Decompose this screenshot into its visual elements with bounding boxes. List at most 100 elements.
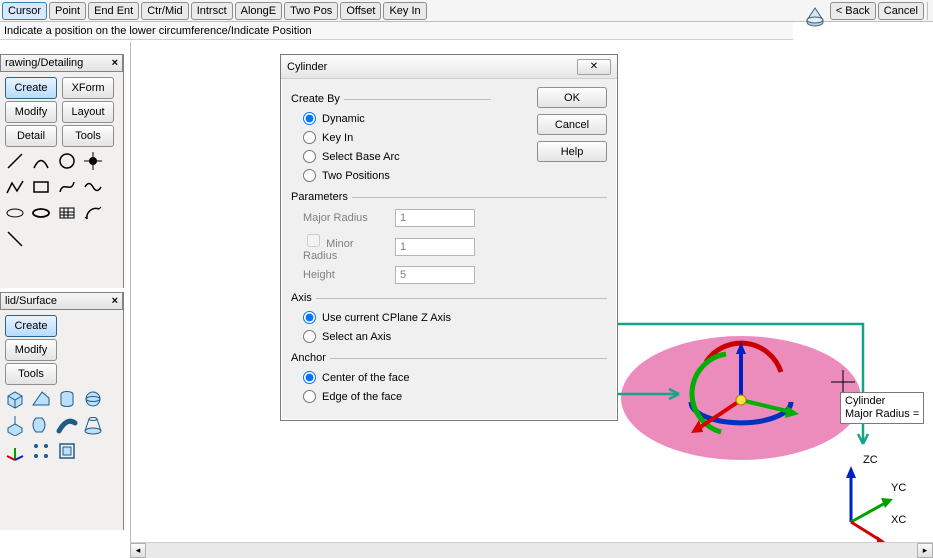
horizontal-scrollbar[interactable]: ◂ ▸ xyxy=(130,542,933,558)
opt-twopos-label: Two Positions xyxy=(322,170,390,182)
tooltip: Cylinder Major Radius = xyxy=(840,392,924,424)
tools-button[interactable]: Tools xyxy=(62,125,114,147)
cylinder-icon[interactable] xyxy=(56,388,78,410)
arc-icon[interactable] xyxy=(30,150,52,172)
create-by-legend: Create By xyxy=(291,93,344,105)
opt-dynamic-label: Dynamic xyxy=(322,113,365,125)
xform-button[interactable]: XForm xyxy=(62,77,114,99)
anchor-legend: Anchor xyxy=(291,352,330,364)
opt-select-axis-label: Select an Axis xyxy=(322,331,391,343)
scroll-right-button[interactable]: ▸ xyxy=(917,543,933,558)
solid-panel-header[interactable]: lid/Surface × xyxy=(0,292,123,310)
status-line: Indicate a position on the lower circumf… xyxy=(0,22,793,40)
wave-icon[interactable] xyxy=(82,176,104,198)
wedge-icon[interactable] xyxy=(30,388,52,410)
line-icon[interactable] xyxy=(4,150,26,172)
sphere-icon[interactable] xyxy=(82,388,104,410)
status-text: Indicate a position on the lower circumf… xyxy=(4,25,312,37)
opt-cplane-z[interactable]: Use current CPlane Z Axis xyxy=(291,308,607,327)
dialog-cancel-button[interactable]: Cancel xyxy=(537,114,607,135)
snap-alonge-button[interactable]: AlongE xyxy=(235,2,282,20)
shell-icon[interactable] xyxy=(56,440,78,462)
solid-create-button[interactable]: Create xyxy=(5,315,57,337)
cross-icon[interactable] xyxy=(4,228,26,250)
snap-twopos-button[interactable]: Two Pos xyxy=(284,2,338,20)
help-button[interactable]: Help xyxy=(537,141,607,162)
tooltip-line1: Cylinder xyxy=(845,395,919,408)
box-icon[interactable] xyxy=(4,388,26,410)
separator xyxy=(927,2,928,20)
hatch-icon[interactable] xyxy=(56,202,78,224)
drawing-panel-header[interactable]: rawing/Detailing × xyxy=(0,54,123,72)
circle-icon[interactable] xyxy=(56,150,78,172)
close-icon[interactable]: × xyxy=(112,57,118,69)
opt-edge-face-label: Edge of the face xyxy=(322,391,402,403)
pattern-icon[interactable] xyxy=(30,440,52,462)
axis-y-label: YC xyxy=(891,482,906,494)
layout-button[interactable]: Layout xyxy=(62,101,114,123)
sweep-icon[interactable] xyxy=(56,414,78,436)
snap-ctrmid-button[interactable]: Ctr/Mid xyxy=(141,2,188,20)
scroll-left-button[interactable]: ◂ xyxy=(130,543,146,558)
loft-icon[interactable] xyxy=(82,414,104,436)
snap-cursor-button[interactable]: Cursor xyxy=(2,2,47,20)
scroll-track[interactable] xyxy=(146,543,917,558)
point-icon[interactable] xyxy=(82,150,104,172)
opt-center-face[interactable]: Center of the face xyxy=(291,368,607,387)
ellipse-fill-icon[interactable] xyxy=(30,202,52,224)
solid-tools-button[interactable]: Tools xyxy=(5,363,57,385)
modify-button[interactable]: Modify xyxy=(5,101,57,123)
ok-button[interactable]: OK xyxy=(537,87,607,108)
minor-radius-checkbox xyxy=(307,234,320,247)
cylinder-dialog: Cylinder ✕ OK Cancel Help Create By Dyna… xyxy=(280,54,618,421)
arc-segment-icon[interactable] xyxy=(82,202,104,224)
drawing-panel-title: rawing/Detailing xyxy=(5,57,83,69)
axis-x-label: XC xyxy=(891,514,906,526)
snap-offset-button[interactable]: Offset xyxy=(340,2,381,20)
solid-panel: lid/Surface × Create Modify Tools xyxy=(0,292,124,530)
opt-selectarc-label: Select Base Arc xyxy=(322,151,400,163)
solid-modify-button[interactable]: Modify xyxy=(5,339,57,361)
axis-legend: Axis xyxy=(291,292,316,304)
ellipse-outline-icon[interactable] xyxy=(4,202,26,224)
spline-icon[interactable] xyxy=(56,176,78,198)
rectangle-icon[interactable] xyxy=(30,176,52,198)
acorn-nut-icon xyxy=(803,5,827,29)
opt-cplane-z-label: Use current CPlane Z Axis xyxy=(322,312,451,324)
parameters-legend: Parameters xyxy=(291,191,352,203)
opt-select-base-arc[interactable]: Select Base Arc xyxy=(291,147,491,166)
cancel-button[interactable]: Cancel xyxy=(878,2,924,20)
create-button[interactable]: Create xyxy=(5,77,57,99)
dialog-title: Cylinder xyxy=(287,61,327,73)
drawing-panel: rawing/Detailing × Create XForm Modify L… xyxy=(0,54,124,288)
back-button[interactable]: < Back xyxy=(830,2,876,20)
snap-keyin-button[interactable]: Key In xyxy=(383,2,426,20)
tooltip-line2: Major Radius = xyxy=(845,408,919,421)
revolve-icon[interactable] xyxy=(30,414,52,436)
opt-two-positions[interactable]: Two Positions xyxy=(291,166,491,185)
opt-dynamic[interactable]: Dynamic xyxy=(291,109,491,128)
solid-panel-title: lid/Surface xyxy=(5,295,57,307)
snap-toolbar: Cursor Point End Ent Ctr/Mid Intrsct Alo… xyxy=(0,0,933,22)
opt-keyin-label: Key In xyxy=(322,132,353,144)
height-field xyxy=(395,266,475,284)
polyline-icon[interactable] xyxy=(4,176,26,198)
detail-button[interactable]: Detail xyxy=(5,125,57,147)
dialog-close-button[interactable]: ✕ xyxy=(577,59,611,75)
snap-intrsct-button[interactable]: Intrsct xyxy=(191,2,233,20)
opt-center-face-label: Center of the face xyxy=(322,372,409,384)
axis-z-label: ZC xyxy=(863,454,878,466)
snap-point-button[interactable]: Point xyxy=(49,2,86,20)
axis-icon[interactable] xyxy=(4,440,26,462)
snap-endent-button[interactable]: End Ent xyxy=(88,2,139,20)
height-label: Height xyxy=(303,269,387,281)
dialog-titlebar[interactable]: Cylinder ✕ xyxy=(281,55,617,79)
opt-edge-face[interactable]: Edge of the face xyxy=(291,387,607,406)
opt-keyin[interactable]: Key In xyxy=(291,128,491,147)
extrude-icon[interactable] xyxy=(4,414,26,436)
major-radius-label: Major Radius xyxy=(303,212,387,224)
major-radius-field xyxy=(395,209,475,227)
opt-select-axis[interactable]: Select an Axis xyxy=(291,327,607,346)
minor-radius-field xyxy=(395,238,475,256)
close-icon[interactable]: × xyxy=(112,295,118,307)
